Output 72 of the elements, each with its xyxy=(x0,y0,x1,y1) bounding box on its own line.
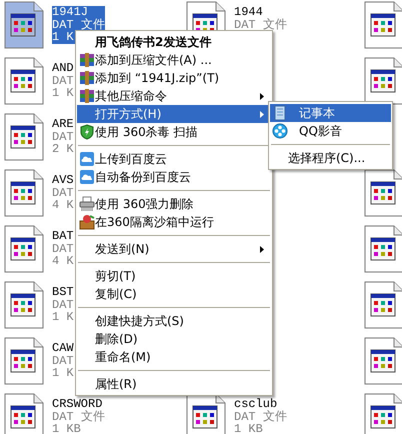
menu-item[interactable]: 选择程序(C)... xyxy=(270,149,391,167)
menu-item[interactable]: 其他压缩命令 xyxy=(77,87,271,105)
shield-icon xyxy=(79,124,95,140)
file-type: DAT xyxy=(52,242,74,255)
shredder-icon xyxy=(79,196,95,212)
file-name: BAT xyxy=(52,230,74,242)
file-type: DAT xyxy=(52,186,74,199)
file-icon[interactable] xyxy=(364,57,402,105)
film-reel-icon xyxy=(272,123,288,139)
menu-item[interactable]: 上传到百度云 xyxy=(77,150,271,168)
file-name: CAW xyxy=(52,342,74,354)
file-name: csclub xyxy=(234,398,278,410)
file-type: DAT xyxy=(52,130,74,143)
file-type: DAT 文件 xyxy=(234,18,287,31)
file-icon[interactable] xyxy=(364,337,402,385)
menu-item[interactable]: 重命名(M) xyxy=(77,348,271,366)
cloud-icon xyxy=(79,151,95,167)
books-icon xyxy=(79,52,95,68)
file-icon[interactable] xyxy=(4,57,44,105)
file-icon[interactable] xyxy=(364,393,402,434)
file-name: ARE xyxy=(52,118,74,130)
file-name: 1944 xyxy=(234,6,263,18)
file-name: CRSWORD xyxy=(52,398,102,410)
books-icon xyxy=(79,88,95,104)
menu-item[interactable]: 添加到 “1941J.zip”(T) xyxy=(77,69,271,87)
file-size: 1 K xyxy=(52,87,74,100)
file-icon[interactable] xyxy=(4,1,44,49)
menu-item[interactable]: 剪切(T) xyxy=(77,267,271,285)
file-icon[interactable] xyxy=(186,393,226,434)
file-size: 1 K xyxy=(52,311,74,324)
menu-item[interactable]: 自动备份到百度云 xyxy=(77,168,271,186)
menu-item[interactable]: 发送到(N) xyxy=(77,240,271,258)
file-name: AND xyxy=(52,62,74,74)
file-icon[interactable] xyxy=(4,113,44,161)
file-icon[interactable] xyxy=(4,169,44,217)
file-icon[interactable] xyxy=(364,169,402,217)
file-size: 1 KB xyxy=(234,423,263,434)
file-size: 1 K xyxy=(52,367,74,380)
file-icon[interactable] xyxy=(4,337,44,385)
file-icon[interactable] xyxy=(4,225,44,273)
file-name: BST xyxy=(52,286,74,298)
menu-item[interactable]: 添加到压缩文件(A) ... xyxy=(77,51,271,69)
file-icon[interactable] xyxy=(364,1,402,49)
books-icon xyxy=(79,70,95,86)
menu-item[interactable]: 使用 360杀毒 扫描 xyxy=(77,123,271,141)
file-size: 2 K xyxy=(52,143,74,156)
file-size: 4 K xyxy=(52,255,74,268)
file-type: DAT xyxy=(52,74,74,87)
menu-item[interactable]: 属性(R) xyxy=(77,375,271,393)
file-icon[interactable] xyxy=(4,393,44,434)
menu-item[interactable]: QQ影音 xyxy=(270,122,391,140)
file-icon[interactable] xyxy=(364,225,402,273)
box-icon xyxy=(79,214,95,230)
file-name: 1941J xyxy=(52,6,105,18)
menu-item[interactable]: 打开方式(H) xyxy=(77,105,271,123)
notepad-icon xyxy=(272,105,288,121)
file-name: AVS xyxy=(52,174,74,186)
file-icon[interactable] xyxy=(364,281,402,329)
file-type: DAT xyxy=(52,354,74,367)
file-icon[interactable] xyxy=(4,281,44,329)
menu-item[interactable]: 在360隔离沙箱中运行 xyxy=(77,213,271,231)
menu-item[interactable]: 复制(C) xyxy=(77,285,271,303)
file-type: DAT 文件 xyxy=(52,410,105,423)
file-size: 4 K xyxy=(52,199,74,212)
file-size: 1 KB xyxy=(52,423,81,434)
file-type: DAT 文件 xyxy=(234,410,287,423)
menu-item[interactable]: 创建快捷方式(S) xyxy=(77,312,271,330)
cloud-icon xyxy=(79,169,95,185)
file-type: DAT xyxy=(52,298,74,311)
menu-item[interactable]: 使用 360强力删除 xyxy=(77,195,271,213)
menu-item[interactable]: 删除(D) xyxy=(77,330,271,348)
menu-item[interactable]: 记事本 xyxy=(270,104,391,122)
